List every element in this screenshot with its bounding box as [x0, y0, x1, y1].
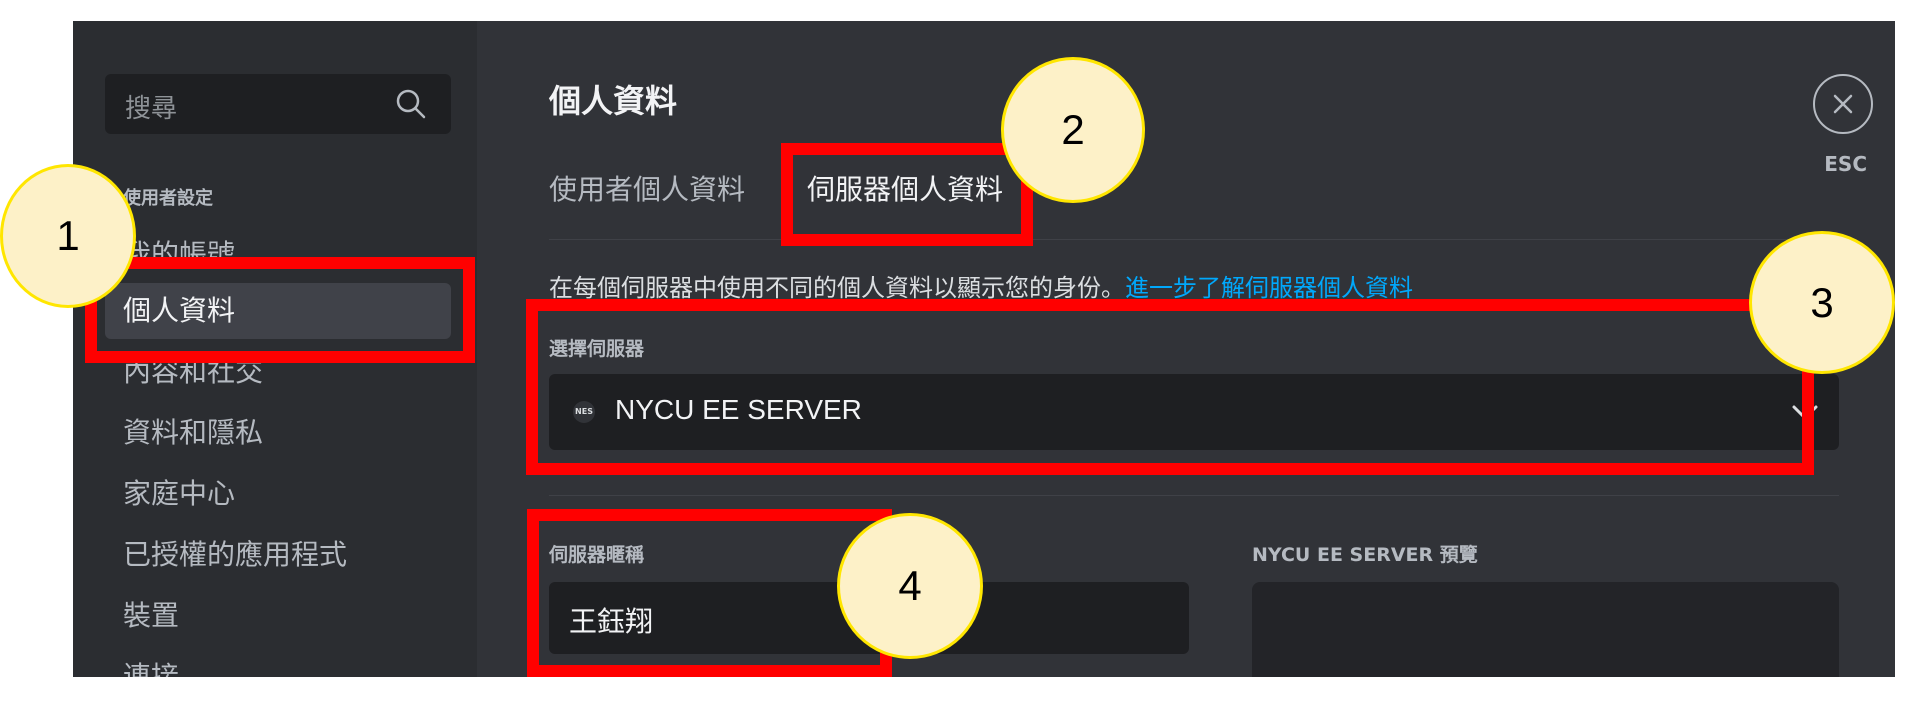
highlight-box-1	[85, 257, 475, 363]
sidebar-item-devices[interactable]: 裝置	[105, 588, 451, 644]
close-icon	[1833, 94, 1853, 114]
divider	[549, 239, 1839, 240]
search-input[interactable]: 搜尋	[105, 74, 451, 134]
profile-preview-card	[1252, 582, 1839, 677]
highlight-box-3	[526, 299, 1814, 475]
sidebar-item-authorized-apps[interactable]: 已授權的應用程式	[105, 527, 451, 583]
description: 在每個伺服器中使用不同的個人資料以顯示您的身份。進一步了解伺服器個人資料	[549, 268, 1413, 303]
annotation-badge-1: 1	[0, 164, 136, 308]
sidebar-item-data-privacy[interactable]: 資料和隱私	[105, 405, 451, 461]
sidebar-item-family-center[interactable]: 家庭中心	[105, 466, 451, 522]
annotation-badge-4: 4	[837, 513, 983, 659]
close-button[interactable]	[1813, 74, 1873, 134]
preview-label: NYCU EE SERVER 預覽	[1252, 544, 1478, 566]
learn-more-link[interactable]: 進一步了解伺服器個人資料	[1125, 274, 1413, 302]
section-label-user-settings: 使用者設定	[123, 188, 213, 209]
annotation-badge-2: 2	[1001, 57, 1145, 203]
tab-user-profile[interactable]: 使用者個人資料	[549, 168, 745, 208]
sidebar-item-connections[interactable]: 連接	[105, 649, 451, 677]
search-icon	[396, 89, 426, 119]
description-text: 在每個伺服器中使用不同的個人資料以顯示您的身份。	[549, 274, 1125, 302]
search-placeholder: 搜尋	[125, 94, 178, 124]
divider	[549, 495, 1839, 496]
page-title: 個人資料	[549, 82, 678, 120]
esc-label: ESC	[1824, 152, 1867, 176]
highlight-box-2	[781, 143, 1033, 246]
annotation-badge-3: 3	[1749, 231, 1895, 374]
